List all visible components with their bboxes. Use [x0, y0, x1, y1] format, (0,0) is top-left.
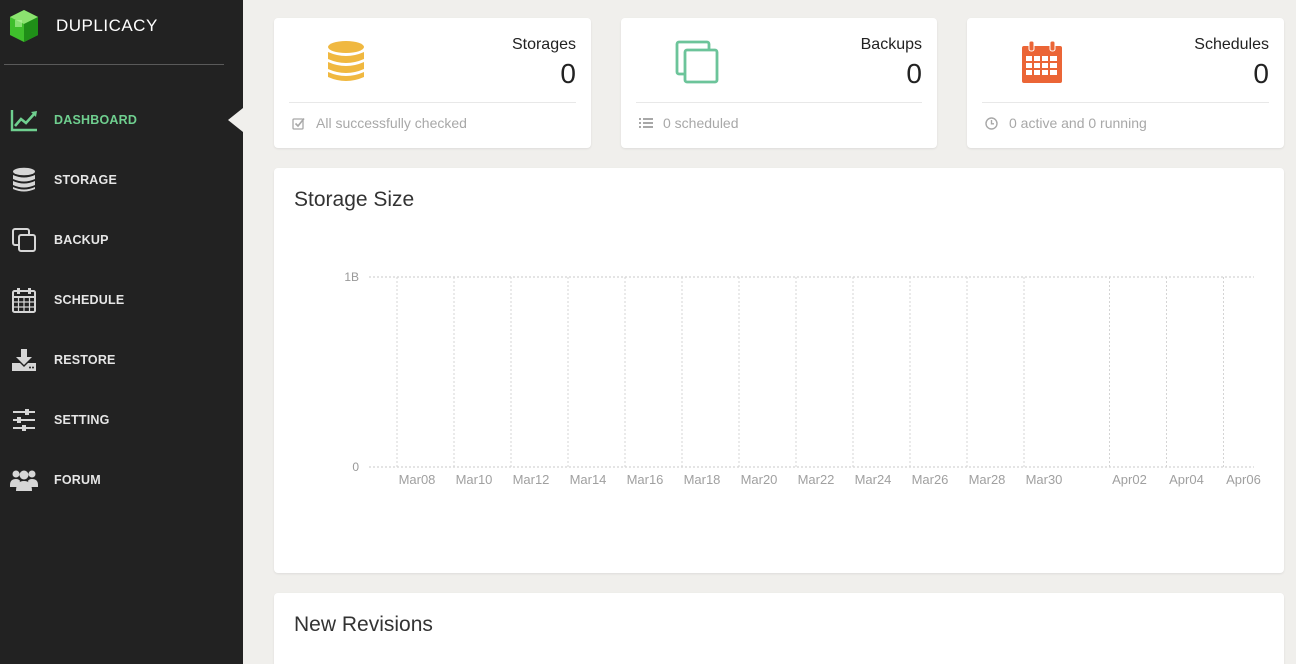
- x-tick-label: Apr06: [1226, 472, 1261, 487]
- card-value: 0: [1253, 58, 1269, 89]
- download-icon: [10, 346, 38, 374]
- x-tick-label: Mar22: [798, 472, 835, 487]
- database-icon: [326, 40, 374, 88]
- x-tick-label: Apr04: [1169, 472, 1204, 487]
- check-square-icon: [292, 116, 306, 130]
- x-tick-label: Mar18: [684, 472, 721, 487]
- x-tick-label: Mar20: [741, 472, 778, 487]
- active-indicator: [228, 108, 243, 132]
- sidebar-item-label: BACKUP: [54, 233, 109, 247]
- x-tick-label: Mar12: [513, 472, 550, 487]
- card-title: Storages: [511, 36, 576, 53]
- brand[interactable]: DUPLICACY: [8, 8, 158, 44]
- x-tick-label: Mar26: [912, 472, 949, 487]
- sidebar: DUPLICACY DASHBOARD STORAGE BACKUP SCHED…: [0, 0, 243, 664]
- panel-title: New Revisions: [294, 613, 433, 636]
- calendar-icon: [1021, 40, 1069, 88]
- sidebar-item-storage[interactable]: STORAGE: [0, 150, 243, 210]
- card-footer-text: All successfully checked: [316, 115, 467, 131]
- brand-name: DUPLICACY: [56, 16, 158, 35]
- new-revisions-panel: New Revisions: [274, 593, 1284, 664]
- clock-icon: [985, 116, 999, 130]
- sidebar-item-label: SCHEDULE: [54, 293, 125, 307]
- sidebar-item-label: DASHBOARD: [54, 113, 138, 127]
- y-tick-label: 1B: [344, 270, 359, 284]
- sidebar-item-setting[interactable]: SETTING: [0, 390, 243, 450]
- sidebar-item-dashboard[interactable]: DASHBOARD: [0, 90, 243, 150]
- card-divider: [982, 102, 1269, 103]
- y-tick-label: 0: [352, 460, 359, 474]
- list-icon: [639, 116, 653, 130]
- copy-icon: [675, 40, 723, 88]
- line-chart-icon: [10, 106, 38, 134]
- calendar-icon: [10, 286, 38, 314]
- card-divider: [289, 102, 576, 103]
- card-footer: All successfully checked: [292, 115, 467, 131]
- card-title: Backups: [860, 36, 922, 53]
- storages-card[interactable]: Storages 0 All successfully checked: [274, 18, 591, 148]
- copy-icon: [10, 226, 38, 254]
- schedules-card[interactable]: Schedules 0 0 active and 0 running: [967, 18, 1284, 148]
- sliders-icon: [10, 406, 38, 434]
- duplicacy-logo-icon: [8, 9, 40, 43]
- card-footer-text: 0 scheduled: [663, 115, 739, 131]
- card-footer: 0 active and 0 running: [985, 115, 1147, 131]
- sidebar-nav: DASHBOARD STORAGE BACKUP SCHEDULE RESTOR…: [0, 90, 243, 510]
- users-icon: [10, 466, 38, 494]
- sidebar-item-backup[interactable]: BACKUP: [0, 210, 243, 270]
- sidebar-item-label: RESTORE: [54, 353, 116, 367]
- card-value: 0: [906, 58, 922, 89]
- x-tick-label: Mar08: [399, 472, 436, 487]
- sidebar-item-restore[interactable]: RESTORE: [0, 330, 243, 390]
- x-tick-label: Mar24: [855, 472, 892, 487]
- card-footer-text: 0 active and 0 running: [1009, 115, 1147, 131]
- x-tick-label: Mar14: [570, 472, 607, 487]
- sidebar-item-forum[interactable]: FORUM: [0, 450, 243, 510]
- card-title: Schedules: [1194, 36, 1269, 53]
- card-value: 0: [560, 58, 576, 89]
- sidebar-item-schedule[interactable]: SCHEDULE: [0, 270, 243, 330]
- storage-size-panel: Storage Size 0 1B Mar08 Mar10 Mar12 Mar14 Mar1…: [274, 168, 1284, 573]
- sidebar-divider: [4, 64, 224, 65]
- x-tick-label: Mar10: [456, 472, 493, 487]
- storage-size-chart: 0 1B Mar08 Mar10 Mar12 Mar14 Mar16 Mar18 Mar20 Ma…: [344, 270, 1261, 487]
- x-tick-label: Mar30: [1026, 472, 1063, 487]
- card-divider: [636, 102, 922, 103]
- sidebar-item-label: FORUM: [54, 473, 101, 487]
- sidebar-item-label: STORAGE: [54, 173, 117, 187]
- card-footer: 0 scheduled: [639, 115, 739, 131]
- sidebar-item-label: SETTING: [54, 413, 110, 427]
- x-tick-label: Mar16: [627, 472, 664, 487]
- x-tick-label: Apr02: [1112, 472, 1147, 487]
- database-icon: [10, 166, 38, 194]
- x-tick-label: Mar28: [969, 472, 1006, 487]
- backups-card[interactable]: Backups 0 0 scheduled: [621, 18, 937, 148]
